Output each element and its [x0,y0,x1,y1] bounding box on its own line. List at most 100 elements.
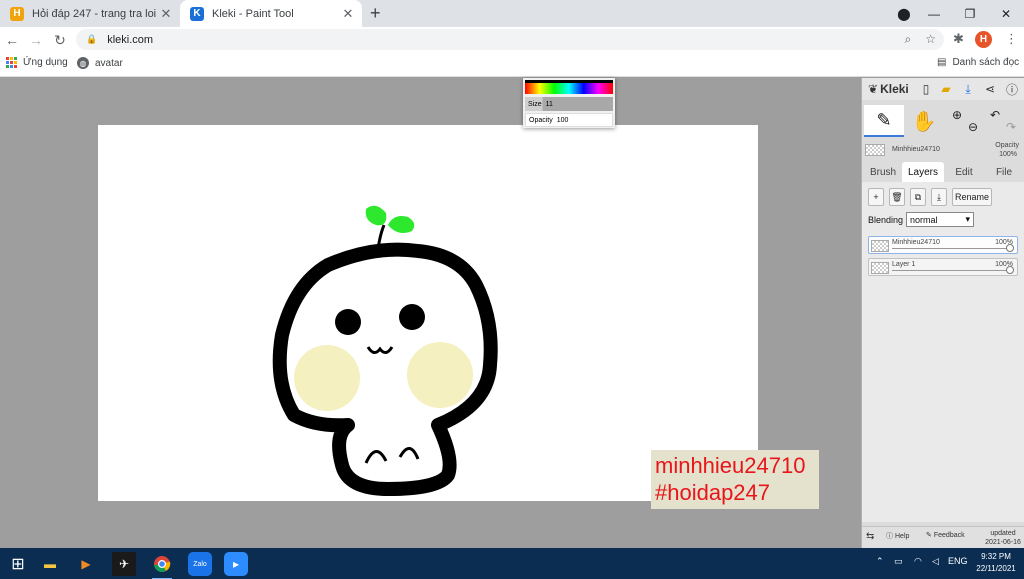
chevron-down-icon: ▾ [965,214,971,224]
merge-layer-button[interactable]: ⤓ [931,188,947,206]
updated-date: 2021-06-16 [985,539,1021,546]
new-tab-button[interactable]: + [370,3,381,24]
zalo-icon[interactable]: Zalo [188,552,212,576]
duplicate-icon: ⧉ [914,191,922,202]
brush-size-slider[interactable]: Size 11 [525,97,613,111]
media-player-icon[interactable]: ▶ [74,552,98,576]
file-explorer-icon[interactable]: ▬ [38,552,62,576]
tab-layers[interactable]: Layers [902,162,944,182]
trash-icon: 🗑 [891,191,903,202]
duplicate-layer-button[interactable]: ⧉ [910,188,926,206]
tab-edit[interactable]: Edit [946,162,982,182]
reading-list[interactable]: ▤ Danh sách đọc [937,57,1019,68]
watermark-text-box: minhhieu24710 #hoidap247 [651,450,819,509]
windows-taskbar: ⊞ ▬ ▶ ✈ Zalo ▸ ⌃ ▭ ◠ ◁ ENG 9:32 PM 22/11… [0,548,1024,579]
bookmark-star-icon[interactable]: ☆ [925,32,936,47]
size-label: Size [528,100,542,108]
layer-opacity-knob[interactable] [1006,244,1014,252]
open-folder-icon[interactable]: ▰ [938,81,954,97]
undo-icon[interactable]: ↶ [988,108,1002,122]
layers-tab-content: + 🗑 ⧉ ⤓ Rename Blending normal ▾ Minhhie… [862,182,1024,522]
opacity-value: 100 [556,116,569,124]
address-bar[interactable]: 🔒 kleki.com ⌕ ☆ [76,29,944,50]
layer-opacity-slider[interactable] [892,248,1011,249]
feedback-icon: ✎ [926,532,932,539]
help-label: Help [895,532,910,540]
new-image-icon[interactable]: ▯ [918,81,934,97]
wifi-icon[interactable]: ◠ [914,556,922,567]
cheek-right [407,342,473,408]
bookmark-avatar[interactable]: ◍ avatar [77,57,123,69]
layer-opacity-slider[interactable] [892,270,1011,271]
help-icon[interactable]: ⓘ [1004,81,1020,97]
sprout-leaf-right [388,216,415,233]
feedback-label: Feedback [933,531,965,539]
tab-file[interactable]: File [986,162,1022,182]
close-window-button[interactable]: ✕ [988,0,1024,27]
battery-icon[interactable]: ▭ [894,556,903,567]
updated-label: updated [990,530,1016,537]
help-button[interactable]: ⓘ Help [886,531,909,541]
share-icon[interactable]: ⋖ [982,81,998,97]
app-bird-icon[interactable]: ✈ [112,552,136,576]
zoom-in-icon[interactable]: ⊕ [950,108,964,122]
help-circle-icon: ⓘ [886,533,893,540]
minimize-button[interactable]: — [916,0,952,27]
zoom-icon[interactable]: ⌕ [905,32,912,47]
volume-icon[interactable]: ◁ [932,556,939,567]
redo-icon[interactable]: ↷ [1004,120,1018,134]
reload-button[interactable]: ↻ [50,30,70,50]
chrome-icon[interactable] [150,552,174,579]
kleki-header: ❦ Kleki ▯ ▰ ⤓ ⋖ ⓘ [862,78,1024,100]
chrome-logo [154,556,171,572]
extensions-icon[interactable]: ✱ [953,31,964,47]
brush-tool-button[interactable]: ✎ [864,105,904,137]
layer-opacity-knob[interactable] [1006,266,1014,274]
back-button[interactable]: ← [2,30,22,50]
close-tab-icon[interactable]: ✕ [340,6,356,22]
tab-brush[interactable]: Brush [864,162,902,182]
hoidap-favicon-icon: H [10,6,24,21]
brush-opacity-slider[interactable]: Opacity 100 [525,113,613,127]
brush-settings-popup: Size 11 Opacity 100 [523,78,615,128]
color-spectrum-picker[interactable] [525,80,613,94]
system-clock[interactable]: 9:32 PM 22/11/2021 [968,551,1024,575]
blending-select[interactable]: normal ▾ [906,212,975,227]
windows-start-icon[interactable]: ⊞ [6,552,30,576]
language-indicator[interactable]: ENG [948,556,968,566]
layer-item[interactable]: Minhhieu24710 100% [868,236,1018,254]
reading-list-icon: ▤ [937,57,947,68]
menu-icon[interactable]: ⋮ [1005,31,1018,47]
globe-icon: ◍ [77,57,89,69]
reading-list-label: Danh sách đọc [952,57,1020,68]
download-icon[interactable]: ⤓ [960,81,976,97]
add-layer-button[interactable]: + [868,188,884,206]
bookmark-apps[interactable]: Ứng dụng [6,57,68,68]
feedback-button[interactable]: ✎ Feedback [926,531,965,540]
rename-layer-button[interactable]: Rename [952,188,992,206]
forward-button[interactable]: → [26,30,46,50]
profile-avatar[interactable]: H [975,31,992,48]
screen: H Hỏi đáp 247 - trang tra loi ✕ K Kleki … [0,0,1024,579]
tab-hoidap[interactable]: H Hỏi đáp 247 - trang tra loi ✕ [0,0,180,27]
blending-row: Blending normal ▾ [868,212,975,227]
close-tab-icon[interactable]: ✕ [158,6,174,22]
swap-side-icon[interactable]: ⇆ [866,531,874,542]
bookmarks-bar: Ứng dụng ◍ avatar ▤ Danh sách đọc [0,52,1024,77]
watermark-line-1: minhhieu24710 [655,453,806,478]
kleki-logo: ❦ Kleki [868,82,909,96]
hand-tool-button[interactable]: ✋ [908,105,940,137]
zoom-out-icon[interactable]: ⊖ [966,120,980,134]
delete-layer-button[interactable]: 🗑 [889,188,905,206]
zoom-app-icon[interactable]: ▸ [224,552,248,576]
blending-label: Blending [868,214,904,225]
tray-expand-icon[interactable]: ⌃ [876,556,884,567]
tab-kleki[interactable]: K Kleki - Paint Tool ✕ [180,0,362,27]
hand-icon: ✋ [911,110,937,133]
kleki-bird-icon: ❦ [868,82,879,96]
tab-title: Kleki - Paint Tool [212,7,294,20]
restore-button[interactable]: ❐ [952,0,988,27]
current-layer-name: Minhhieu24710 [892,146,940,153]
layer-item[interactable]: Layer 1 100% [868,258,1018,276]
browser-tab-strip: H Hỏi đáp 247 - trang tra loi ✕ K Kleki … [0,0,1024,27]
